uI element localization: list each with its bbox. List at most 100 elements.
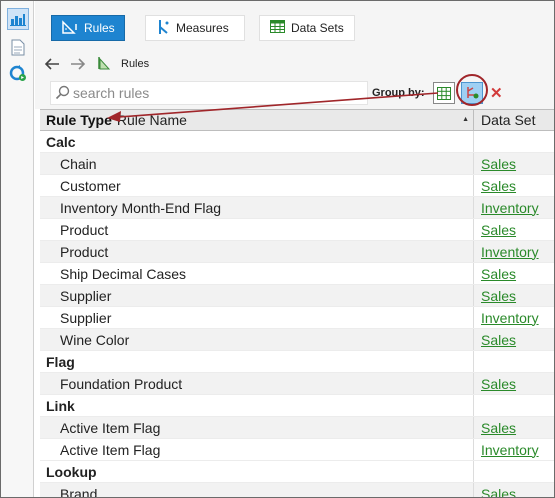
filter-bar: Group by: ✕ <box>35 74 554 109</box>
table-row[interactable]: Brand Sales <box>40 483 554 498</box>
rule-name-cell: Foundation Product <box>40 373 474 394</box>
dataset-cell: Inventory <box>474 241 554 262</box>
dataset-cell: Inventory <box>474 439 554 460</box>
group-name-cell: Calc <box>40 131 474 152</box>
table-header: Rule Type Rule Name ▲ Data Set <box>40 109 554 131</box>
rule-name-cell: Active Item Flag <box>40 439 474 460</box>
rule-name-cell: Chain <box>40 153 474 174</box>
dataset-link[interactable]: Inventory <box>481 244 539 260</box>
rule-name-cell: Active Item Flag <box>40 417 474 438</box>
table-row[interactable]: Product Sales <box>40 219 554 241</box>
back-arrow-icon[interactable] <box>43 55 61 73</box>
rule-name-column-header[interactable]: Rule Type Rule Name ▲ <box>40 110 474 130</box>
table-row[interactable]: Chain Sales <box>40 153 554 175</box>
dataset-link[interactable]: Inventory <box>481 200 539 216</box>
document-icon[interactable] <box>7 36 29 58</box>
rule-name-cell: Supplier <box>40 285 474 306</box>
table-row[interactable]: Active Item Flag Sales <box>40 417 554 439</box>
dataset-column-header[interactable]: Data Set <box>474 110 554 130</box>
table-row[interactable]: Foundation Product Sales <box>40 373 554 395</box>
refresh-icon[interactable] <box>7 62 29 84</box>
measures-tab-button[interactable]: Measures <box>145 15 245 41</box>
group-row[interactable]: Flag <box>40 351 554 373</box>
dataset-cell <box>474 461 554 482</box>
breadcrumb: Rules <box>97 56 149 73</box>
rules-table: Rule Type Rule Name ▲ Data Set Calc Chain… <box>40 109 554 498</box>
table-row[interactable]: Product Inventory <box>40 241 554 263</box>
groupby-label: Group by: <box>372 87 425 99</box>
dataset-column-label: Data Set <box>481 112 536 128</box>
search-input[interactable] <box>73 85 353 101</box>
annotation-circle <box>456 74 488 106</box>
group-name-cell: Lookup <box>40 461 474 482</box>
group-by-grid-icon[interactable] <box>433 82 455 104</box>
dataset-cell <box>474 395 554 416</box>
dataset-link[interactable]: Sales <box>481 486 516 498</box>
dataset-cell <box>474 351 554 372</box>
dataset-link[interactable]: Sales <box>481 178 516 194</box>
dataset-link[interactable]: Sales <box>481 266 516 282</box>
dataset-link[interactable]: Inventory <box>481 310 539 326</box>
dataset-cell: Sales <box>474 263 554 284</box>
rule-name-cell: Brand <box>40 483 474 497</box>
table-row[interactable]: Supplier Inventory <box>40 307 554 329</box>
measures-tab-label: Measures <box>176 21 229 35</box>
dataset-cell: Sales <box>474 483 554 498</box>
dataset-cell: Sales <box>474 153 554 174</box>
forward-arrow-icon[interactable] <box>69 55 87 73</box>
dataset-link[interactable]: Sales <box>481 332 516 348</box>
dataset-link[interactable]: Sales <box>481 222 516 238</box>
clear-filter-icon[interactable]: ✕ <box>490 84 503 102</box>
rule-name-cell: Product <box>40 241 474 262</box>
dataset-cell: Sales <box>474 285 554 306</box>
datasets-icon <box>270 20 285 36</box>
table-row[interactable]: Customer Sales <box>40 175 554 197</box>
datasets-tab-label: Data Sets <box>291 21 344 35</box>
datasets-tab-button[interactable]: Data Sets <box>259 15 355 41</box>
dataset-link[interactable]: Sales <box>481 420 516 436</box>
dataset-cell: Sales <box>474 219 554 240</box>
measures-icon <box>156 19 170 38</box>
dataset-cell: Sales <box>474 417 554 438</box>
dataset-cell: Sales <box>474 329 554 350</box>
search-box <box>50 81 368 105</box>
breadcrumb-rules-icon <box>97 56 113 73</box>
top-toolbar: Rules Measures Data Sets <box>35 1 554 49</box>
dataset-link[interactable]: Inventory <box>481 442 539 458</box>
dashboard-icon[interactable] <box>7 8 29 30</box>
rules-icon <box>62 19 78 37</box>
rules-tab-label: Rules <box>84 21 115 35</box>
dataset-cell <box>474 131 554 152</box>
dataset-link[interactable]: Sales <box>481 288 516 304</box>
breadcrumb-label[interactable]: Rules <box>121 58 149 70</box>
app-window: Rules Measures Data Sets Rules search ru… <box>0 0 555 498</box>
dataset-cell: Sales <box>474 175 554 196</box>
rule-name-cell: Customer <box>40 175 474 196</box>
table-row[interactable]: Ship Decimal Cases Sales <box>40 263 554 285</box>
group-column-label: Rule Type <box>46 112 112 128</box>
rule-name-cell: Ship Decimal Cases <box>40 263 474 284</box>
group-row[interactable]: Link <box>40 395 554 417</box>
left-rail <box>1 1 34 497</box>
rule-name-cell: Product <box>40 219 474 240</box>
group-row[interactable]: Calc <box>40 131 554 153</box>
table-row[interactable]: Inventory Month-End Flag Inventory <box>40 197 554 219</box>
rule-name-cell: Supplier <box>40 307 474 328</box>
dataset-link[interactable]: Sales <box>481 156 516 172</box>
search-icon <box>55 85 71 101</box>
table-row[interactable]: Supplier Sales <box>40 285 554 307</box>
group-name-cell: Flag <box>40 351 474 372</box>
rule-name-column-label: Rule Name <box>116 112 187 128</box>
dataset-link[interactable]: Sales <box>481 376 516 392</box>
rule-name-cell: Inventory Month-End Flag <box>40 197 474 218</box>
dataset-cell: Inventory <box>474 307 554 328</box>
table-body: Calc Chain Sales Customer Sales Inventory Mon… <box>40 131 554 498</box>
group-row[interactable]: Lookup <box>40 461 554 483</box>
table-row[interactable]: Wine Color Sales <box>40 329 554 351</box>
table-row[interactable]: Active Item Flag Inventory <box>40 439 554 461</box>
sort-ascending-icon: ▲ <box>462 116 469 123</box>
dataset-cell: Sales <box>474 373 554 394</box>
rule-name-cell: Wine Color <box>40 329 474 350</box>
rules-tab-button[interactable]: Rules <box>51 15 125 41</box>
group-name-cell: Link <box>40 395 474 416</box>
